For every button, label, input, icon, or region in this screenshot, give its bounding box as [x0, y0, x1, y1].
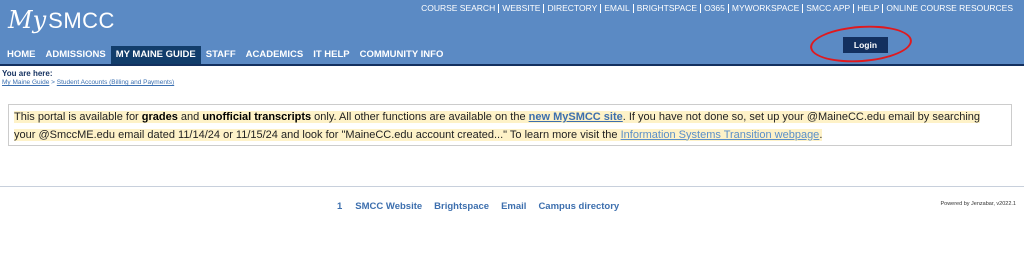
notice-text-5: . [819, 128, 823, 141]
notice-unofficial-transcripts: unofficial transcripts [202, 111, 312, 123]
util-link-online-course-resources[interactable]: ONLINE COURSE RESOURCES [882, 4, 1016, 13]
breadcrumb-my-maine-guide[interactable]: My Maine Guide [2, 79, 49, 86]
breadcrumb-student-accounts[interactable]: Student Accounts (Billing and Payments) [57, 79, 174, 86]
util-link-directory[interactable]: DIRECTORY [543, 4, 600, 13]
notice-text-1: This portal is available for [14, 111, 142, 123]
footer-link-smcc-website[interactable]: SMCC Website [355, 201, 422, 212]
site-header: My SMCC COURSE SEARCH WEBSITE DIRECTORY … [0, 0, 1024, 66]
mysmcc-logo[interactable]: My SMCC [8, 6, 115, 34]
main-nav: HOME ADMISSIONS MY MAINE GUIDE STAFF ACA… [2, 46, 448, 64]
nav-admissions[interactable]: ADMISSIONS [41, 46, 111, 64]
footer-link-campus-directory[interactable]: Campus directory [538, 201, 619, 212]
util-link-brightspace[interactable]: BRIGHTSPACE [632, 4, 700, 13]
nav-community-info[interactable]: COMMUNITY INFO [355, 46, 449, 64]
notice-text-2: and [177, 111, 203, 123]
util-link-email[interactable]: EMAIL [600, 4, 633, 13]
nav-home[interactable]: HOME [2, 46, 41, 64]
nav-my-maine-guide[interactable]: MY MAINE GUIDE [110, 46, 201, 64]
utility-links: COURSE SEARCH WEBSITE DIRECTORY EMAIL BR… [418, 4, 1016, 13]
logo-smcc-text: SMCC [48, 8, 115, 33]
footer-page-number: 1 [337, 201, 343, 212]
you-are-here-label: You are here: [2, 69, 53, 78]
nav-divider [0, 64, 1024, 66]
breadcrumb-separator: > [51, 79, 55, 86]
util-link-course-search[interactable]: COURSE SEARCH [418, 4, 498, 13]
powered-by-text: Powered by Jenzabar, v2022.1 [940, 201, 1016, 207]
notice-box: This portal is available for grades and … [8, 104, 1012, 146]
logo-my-text: My [8, 6, 47, 34]
util-link-help[interactable]: HELP [853, 4, 882, 13]
breadcrumb: My Maine Guide > Student Accounts (Billi… [2, 79, 174, 86]
util-link-website[interactable]: WEBSITE [498, 4, 543, 13]
util-link-smcc-app[interactable]: SMCC APP [802, 4, 853, 13]
notice-text: This portal is available for grades and … [14, 109, 1004, 144]
nav-academics[interactable]: ACADEMICS [241, 46, 309, 64]
transition-webpage-link[interactable]: Information Systems Transition webpage [621, 129, 820, 141]
nav-it-help[interactable]: IT HELP [308, 46, 354, 64]
new-mysmcc-site-link[interactable]: new MySMCC site [529, 111, 623, 123]
notice-grades: grades [141, 111, 178, 123]
footer-links: 1 SMCC Website Brightspace Email Campus … [337, 201, 631, 212]
footer-divider [0, 186, 1024, 187]
footer-link-brightspace[interactable]: Brightspace [434, 201, 489, 212]
footer-link-email[interactable]: Email [501, 201, 526, 212]
util-link-o365[interactable]: O365 [700, 4, 728, 13]
util-link-myworkspace[interactable]: MYWORKSPACE [727, 4, 802, 13]
notice-text-3: only. All other functions are available … [311, 111, 529, 123]
annotation-circle [808, 22, 914, 66]
nav-staff[interactable]: STAFF [201, 46, 241, 64]
